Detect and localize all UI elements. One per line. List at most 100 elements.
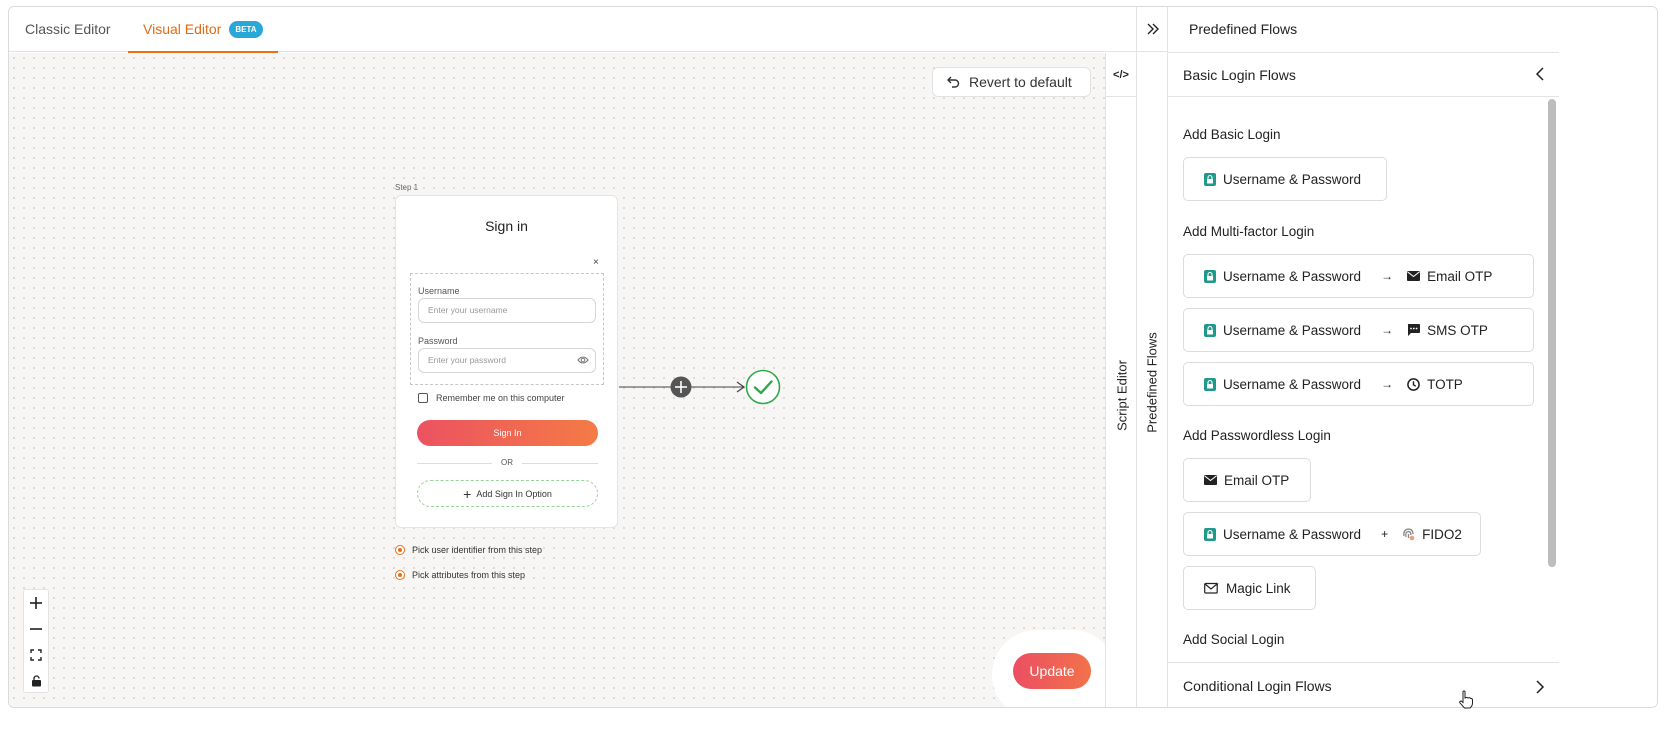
email-icon <box>1407 271 1421 281</box>
arrow-icon: → <box>1381 323 1394 337</box>
flow-label-a: Username & Password <box>1223 526 1362 542</box>
chevron-left-icon <box>1535 67 1544 81</box>
remember-me[interactable]: Remember me on this computer <box>418 393 565 403</box>
password-label: Password <box>418 336 458 346</box>
close-icon[interactable]: × <box>593 257 599 268</box>
conditional-login-flows-header[interactable]: Conditional Login Flows <box>1168 662 1559 707</box>
zoom-in-button[interactable] <box>24 590 48 616</box>
flow-label: Username & Password <box>1223 171 1362 187</box>
remember-label: Remember me on this computer <box>436 393 565 403</box>
fit-view-icon <box>30 649 42 661</box>
lock-icon <box>1204 172 1216 186</box>
flow-label: Magic Link <box>1226 580 1291 596</box>
collapse-panel-button[interactable] <box>1137 7 1168 52</box>
plus-icon: + <box>463 485 472 502</box>
flow-passwordless-email-otp[interactable]: Email OTP <box>1183 458 1311 502</box>
add-step-icon[interactable] <box>670 376 692 398</box>
add-option-label: Add Sign In Option <box>476 488 552 499</box>
predefined-flows-toggle[interactable]: Predefined Flows <box>1145 328 1160 438</box>
flow-mfa-totp[interactable]: Username & Password → TOTP <box>1183 362 1534 406</box>
flow-passwordless-fido2[interactable]: Username & Password + FIDO2 <box>1183 512 1481 556</box>
app-frame: Classic Editor Visual Editor BETA Revert … <box>8 6 1658 708</box>
plus-icon <box>30 597 42 609</box>
flow-canvas[interactable]: Revert to default Step 1 Sign in × Usern… <box>9 53 1117 707</box>
basic-login-flows-header[interactable]: Basic Login Flows <box>1168 52 1559 97</box>
fit-view-button[interactable] <box>24 642 48 668</box>
radio-attributes[interactable] <box>395 570 405 580</box>
double-chevron-right-icon <box>1147 23 1159 35</box>
zoom-controls <box>23 589 49 693</box>
lock-canvas-button[interactable] <box>24 668 48 694</box>
plus-icon: + <box>1381 527 1389 541</box>
chevron-right-icon <box>1536 680 1545 694</box>
basic-login-flows-label: Basic Login Flows <box>1183 66 1296 83</box>
tab-visual-editor[interactable]: Visual Editor BETA <box>128 7 278 53</box>
flow-label-b: Email OTP <box>1427 268 1493 284</box>
sign-in-step-card[interactable]: Sign in × Username Enter your username P… <box>395 195 618 528</box>
section-basic-login: Add Basic Login <box>1183 127 1281 142</box>
update-button[interactable]: Update <box>1013 653 1091 689</box>
undo-icon <box>947 76 960 88</box>
editor-tabs: Classic Editor Visual Editor BETA <box>9 7 1136 53</box>
email-icon <box>1204 475 1217 485</box>
section-mfa-login: Add Multi-factor Login <box>1183 224 1315 239</box>
tab-classic-editor[interactable]: Classic Editor <box>25 7 111 52</box>
lock-icon <box>1204 527 1216 541</box>
flow-mfa-email-otp[interactable]: Username & Password → Email OTP <box>1183 254 1534 298</box>
radio-user-identifier[interactable] <box>395 545 405 555</box>
flow-label-a: Username & Password <box>1223 376 1362 392</box>
zoom-out-button[interactable] <box>24 616 48 642</box>
panel-title: Predefined Flows <box>1189 21 1298 37</box>
scrollbar[interactable] <box>1548 99 1556 567</box>
flow-connector <box>619 369 781 405</box>
password-placeholder: Enter your password <box>428 355 506 365</box>
flow-label-a: Username & Password <box>1223 322 1362 338</box>
lock-icon <box>1204 269 1216 283</box>
conditional-login-flows-label: Conditional Login Flows <box>1183 678 1332 694</box>
flow-basic-username-password[interactable]: Username & Password <box>1183 157 1387 201</box>
predefined-flows-strip: Predefined Flows <box>1136 7 1168 707</box>
remember-checkbox[interactable] <box>418 393 428 403</box>
flow-passwordless-magic-link[interactable]: Magic Link <box>1183 566 1316 610</box>
pick-attributes-option[interactable]: Pick attributes from this step <box>395 570 525 580</box>
flow-label-a: Username & Password <box>1223 268 1362 284</box>
predefined-flows-panel: Predefined Flows Basic Login Flows Add B… <box>1167 7 1657 707</box>
lock-icon <box>1204 323 1216 337</box>
password-input[interactable]: Enter your password <box>418 348 596 373</box>
section-passwordless-login: Add Passwordless Login <box>1183 428 1331 443</box>
success-check-icon <box>745 369 781 405</box>
flow-label-b: FIDO2 <box>1422 526 1462 542</box>
script-editor-strip: </> Script Editor <box>1105 53 1136 707</box>
editor-panel: Classic Editor Visual Editor BETA Revert … <box>9 7 1136 707</box>
add-sign-in-option-button[interactable]: + Add Sign In Option <box>417 480 598 507</box>
card-title: Sign in <box>485 218 528 234</box>
identifier-fields-group[interactable]: Username Enter your username Password En… <box>410 273 604 385</box>
magic-link-icon <box>1204 582 1219 594</box>
section-social-login: Add Social Login <box>1183 632 1285 647</box>
tab-visual-editor-label: Visual Editor <box>143 21 222 37</box>
code-icon[interactable]: </> <box>1106 53 1136 97</box>
revert-to-default-button[interactable]: Revert to default <box>932 67 1091 97</box>
flow-mfa-sms-otp[interactable]: Username & Password → SMS OTP <box>1183 308 1534 352</box>
or-text: OR <box>492 458 522 467</box>
revert-label: Revert to default <box>969 74 1072 90</box>
hand-cursor-icon <box>1459 690 1473 709</box>
basic-login-flows-body: Add Basic Login Username & Password Add … <box>1168 97 1559 662</box>
script-editor-toggle[interactable]: Script Editor <box>1115 353 1130 439</box>
attributes-label: Pick attributes from this step <box>412 570 526 580</box>
user-identifier-label: Pick user identifier from this step <box>412 545 543 555</box>
lock-icon <box>31 675 41 687</box>
sign-in-button[interactable]: Sign In <box>417 420 598 446</box>
flow-label-b: SMS OTP <box>1427 322 1488 338</box>
lock-icon <box>1204 377 1216 391</box>
username-input[interactable]: Enter your username <box>418 298 596 323</box>
arrow-icon: → <box>1381 269 1394 283</box>
username-label: Username <box>418 286 460 296</box>
clock-icon <box>1407 377 1420 391</box>
sms-icon <box>1407 324 1421 336</box>
flow-label: Email OTP <box>1224 472 1290 488</box>
pick-user-identifier-option[interactable]: Pick user identifier from this step <box>395 545 542 555</box>
flow-label-b: TOTP <box>1427 376 1463 392</box>
arrow-icon: → <box>1381 377 1394 391</box>
eye-icon[interactable] <box>577 355 589 365</box>
